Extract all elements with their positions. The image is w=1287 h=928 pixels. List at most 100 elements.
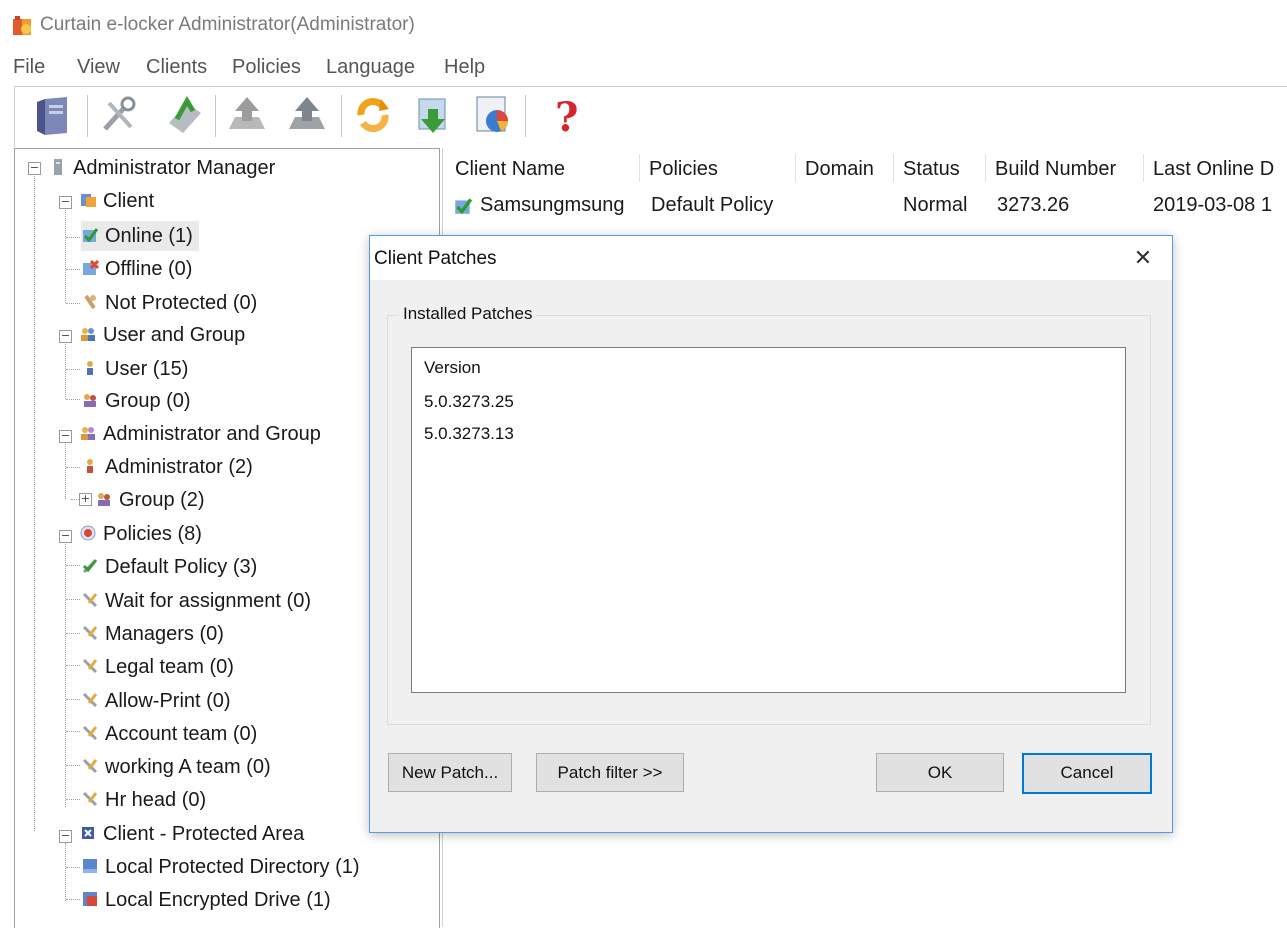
expander-admin-subgroup[interactable]: + [79,493,92,506]
cell-policy: Default Policy [651,194,774,216]
cell-client-name: Samsungmsung [480,194,625,216]
ok-button[interactable]: OK [876,753,1004,792]
column-header-status[interactable]: Status [903,158,960,181]
list-item[interactable]: 5.0.3273.13 [424,424,514,444]
cell-build-number: 3273.26 [997,194,1070,216]
tree-item-client[interactable]: Client [79,186,154,216]
tree-item-administrator[interactable]: Administrator (2) [81,452,253,482]
admins-icon [81,427,95,440]
encrypted-drive-icon [83,892,97,906]
expander-user-group[interactable]: − [59,330,72,343]
tree-item-protected-area[interactable]: Client - Protected Area [79,819,304,849]
list-item[interactable]: 5.0.3273.25 [424,392,514,412]
tree-item-policy-hr-head[interactable]: Hr head (0) [81,785,206,815]
tree-item-online[interactable]: Online (1) [81,221,199,251]
user-icon [87,361,93,375]
column-header-domain[interactable]: Domain [805,158,874,181]
column-header-client-name[interactable]: Client Name [455,158,565,181]
tree-label: Legal team (0) [105,656,234,678]
column-header-version[interactable]: Version [424,358,481,378]
tree-label: Account team (0) [105,723,258,745]
expander-root[interactable]: − [28,162,41,175]
tree-item-policy-legal[interactable]: Legal team (0) [81,652,234,682]
svg-text:?: ? [555,94,578,137]
tree-item-policies[interactable]: Policies (8) [79,519,202,549]
tree-item-local-encrypted-drive[interactable]: Local Encrypted Drive (1) [81,885,331,915]
tree-label: Group (0) [105,390,191,412]
tree-item-administrator-manager[interactable]: Administrator Manager [49,153,275,183]
tree-item-policy-allow-print[interactable]: Allow-Print (0) [81,686,231,716]
tree-item-offline[interactable]: Offline (0) [81,254,192,284]
menu-language[interactable]: Language [326,56,415,79]
menu-policies[interactable]: Policies [232,56,301,79]
close-icon[interactable]: ✕ [1126,242,1160,276]
upload-disabled-icon[interactable] [225,93,269,137]
dialog-title-bar: Client Patches ✕ [370,236,1172,280]
toolbar: ? [14,86,1287,147]
patches-list[interactable]: Version 5.0.3273.25 5.0.3273.13 [411,347,1126,693]
installed-patches-group: Installed Patches Version 5.0.3273.25 5.… [387,304,1151,725]
upload-icon[interactable] [285,93,329,137]
unprotected-icon [84,294,96,310]
menu-bar: File View Clients Policies Language Help [0,52,1287,84]
column-header-build-number[interactable]: Build Number [995,158,1116,181]
expander-admin-group[interactable]: − [59,430,72,443]
cell-status: Normal [903,194,968,216]
menu-help[interactable]: Help [444,56,485,79]
tree-label: Policies (8) [103,523,202,545]
default-policy-icon [82,559,98,574]
help-icon[interactable]: ? [545,93,589,137]
tree-label: Allow-Print (0) [105,690,231,712]
tree-item-policy-working-a[interactable]: working A team (0) [81,752,271,782]
new-patch-button[interactable]: New Patch... [388,753,512,792]
refresh-icon[interactable] [351,93,395,137]
tree-label: Administrator and Group [103,423,321,445]
tree-item-policy-wait[interactable]: Wait for assignment (0) [81,586,311,616]
computer-icon [54,159,62,175]
download-icon[interactable] [411,93,455,137]
tree-item-user[interactable]: User (15) [81,354,188,384]
column-header-last-online[interactable]: Last Online D [1153,158,1274,181]
column-header-policies[interactable]: Policies [649,158,718,181]
curtain-app-icon [13,16,31,35]
protected-directory-icon [83,859,97,873]
administrator-icon [87,459,93,473]
tree-label: working A team (0) [105,756,271,778]
online-client-icon [455,198,473,215]
tree-item-administrator-and-group[interactable]: Administrator and Group [79,419,321,449]
policy-icon [82,725,98,741]
report-icon[interactable] [471,93,515,137]
cell-last-online: 2019-03-08 1 [1153,194,1272,216]
menu-view[interactable]: View [77,56,120,79]
tree-label: Hr head (0) [105,789,207,811]
expander-policies[interactable]: − [59,530,72,543]
installed-patches-label: Installed Patches [399,304,537,324]
server-icon[interactable] [33,93,77,137]
tree-item-not-protected[interactable]: Not Protected (0) [81,288,257,318]
tree-item-policy-default[interactable]: Default Policy (3) [81,552,257,582]
expander-protected-area[interactable]: − [59,830,72,843]
menu-clients[interactable]: Clients [146,56,207,79]
patch-filter-button[interactable]: Patch filter >> [536,753,684,792]
tree-item-user-and-group[interactable]: User and Group [79,320,245,350]
client-icon [81,194,96,207]
tree-label: Offline (0) [105,258,193,280]
group-icon [84,394,96,407]
users-icon [81,328,95,341]
deploy-icon[interactable] [163,93,207,137]
tools-icon[interactable] [97,93,141,137]
tree-item-user-group[interactable]: Group (0) [81,386,191,416]
policy-icon [82,658,98,674]
tree-item-admin-group[interactable]: Group (2) [95,485,205,515]
tree-item-policy-account[interactable]: Account team (0) [81,719,257,749]
offline-client-icon [83,259,99,275]
tree-item-policy-managers[interactable]: Managers (0) [81,619,224,649]
dialog-title: Client Patches [374,248,497,269]
menu-file[interactable]: File [13,56,45,79]
title-bar: Curtain e-locker Administrator(Administr… [0,0,1287,50]
expander-client[interactable]: − [59,196,72,209]
cancel-button[interactable]: Cancel [1022,753,1152,794]
tree-item-local-protected-directory[interactable]: Local Protected Directory (1) [81,852,360,882]
policy-icon [82,791,98,807]
window-title: Curtain e-locker Administrator(Administr… [40,14,415,35]
